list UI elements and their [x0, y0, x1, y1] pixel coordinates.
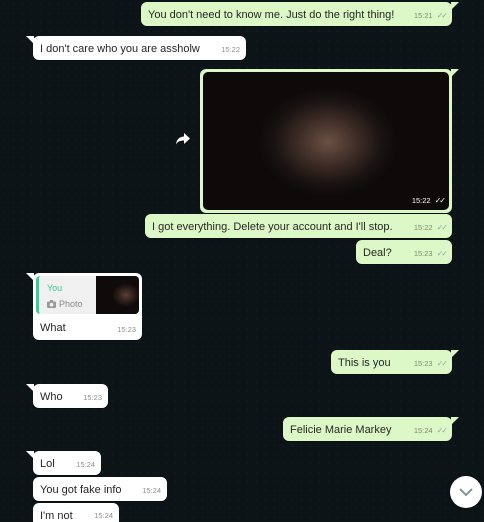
- scroll-to-bottom-button[interactable]: [450, 476, 482, 508]
- message-incoming[interactable]: You got fake info 15:24: [33, 477, 167, 501]
- message-time: 15:23: [413, 249, 433, 258]
- message-text: Felicie Marie Markey: [290, 424, 392, 436]
- message-outgoing[interactable]: This is you 15:23 ✓✓: [331, 350, 459, 374]
- message-incoming[interactable]: Who 15:23: [26, 384, 108, 408]
- camera-icon: [47, 300, 56, 308]
- quote-thumbnail: [96, 276, 139, 314]
- read-ticks-icon: ✓✓: [436, 426, 448, 435]
- message-time: 15:24: [76, 460, 95, 469]
- message-meta: 15:23 ✓✓: [413, 357, 448, 371]
- message-outgoing[interactable]: Felicie Marie Markey 15:24 ✓✓: [283, 417, 459, 441]
- message-meta: 15:24: [76, 458, 95, 472]
- chevron-down-icon: [459, 488, 473, 496]
- forward-icon[interactable]: [176, 133, 194, 149]
- read-ticks-icon: ✓✓: [436, 223, 448, 232]
- message-text: I'm not: [40, 510, 73, 522]
- quoted-message[interactable]: You Photo: [36, 276, 139, 314]
- read-ticks-icon: ✓✓: [436, 249, 448, 258]
- message-time: 15:24: [413, 426, 433, 435]
- message-time: 15:22: [413, 223, 433, 232]
- message-meta: 15:22 ✓✓: [413, 221, 448, 235]
- quote-kind-label: Photo: [59, 299, 83, 309]
- message-time: 15:24: [142, 486, 161, 495]
- message-text: You got fake info: [40, 484, 122, 496]
- message-time: 15:23: [83, 393, 102, 402]
- photo-image[interactable]: [203, 72, 449, 210]
- message-text: I got everything. Delete your account an…: [152, 221, 393, 233]
- message-time: 15:22: [411, 196, 431, 205]
- chat-panel[interactable]: You don't need to know me. Just do the r…: [0, 0, 484, 522]
- quote-author: You: [47, 283, 63, 293]
- message-meta: 15:22 ✓✓: [411, 194, 446, 208]
- message-meta: 15:24 ✓✓: [413, 424, 448, 438]
- message-time: 15:21: [413, 11, 433, 20]
- message-text: Lol: [40, 458, 55, 470]
- message-meta: 15:24: [94, 509, 113, 522]
- message-incoming[interactable]: I'm not 15:24: [33, 503, 119, 522]
- message-text: This is you: [338, 357, 391, 369]
- read-ticks-icon: ✓✓: [434, 196, 446, 205]
- message-meta: 15:23: [117, 323, 136, 337]
- message-time: 15:23: [117, 325, 136, 334]
- read-ticks-icon: ✓✓: [436, 11, 448, 20]
- message-outgoing[interactable]: I got everything. Delete your account an…: [145, 214, 452, 238]
- message-outgoing[interactable]: Deal? 15:23 ✓✓: [356, 240, 452, 264]
- message-text: Who: [40, 391, 63, 403]
- quote-kind: Photo: [47, 297, 83, 311]
- message-meta: 15:23 ✓✓: [413, 247, 448, 261]
- message-incoming[interactable]: Lol 15:24: [26, 451, 101, 475]
- message-meta: 15:24: [142, 484, 161, 498]
- message-outgoing-photo[interactable]: 15:22 ✓✓: [200, 69, 459, 213]
- message-text: You don't need to know me. Just do the r…: [148, 9, 395, 21]
- message-outgoing[interactable]: You don't need to know me. Just do the r…: [141, 2, 459, 26]
- message-text: Deal?: [363, 247, 392, 259]
- message-time: 15:22: [221, 45, 240, 54]
- message-incoming-reply[interactable]: You Photo What 15:23: [26, 273, 142, 340]
- message-time: 15:23: [413, 359, 433, 368]
- message-time: 15:24: [94, 511, 113, 520]
- message-text: What: [40, 322, 66, 334]
- message-meta: 15:21 ✓✓: [413, 9, 448, 23]
- message-meta: 15:23: [83, 391, 102, 405]
- message-incoming[interactable]: I don't care who you are assholw 15:22: [26, 36, 246, 60]
- message-meta: 15:22: [221, 43, 240, 57]
- read-ticks-icon: ✓✓: [436, 359, 448, 368]
- message-text: I don't care who you are assholw: [40, 43, 200, 55]
